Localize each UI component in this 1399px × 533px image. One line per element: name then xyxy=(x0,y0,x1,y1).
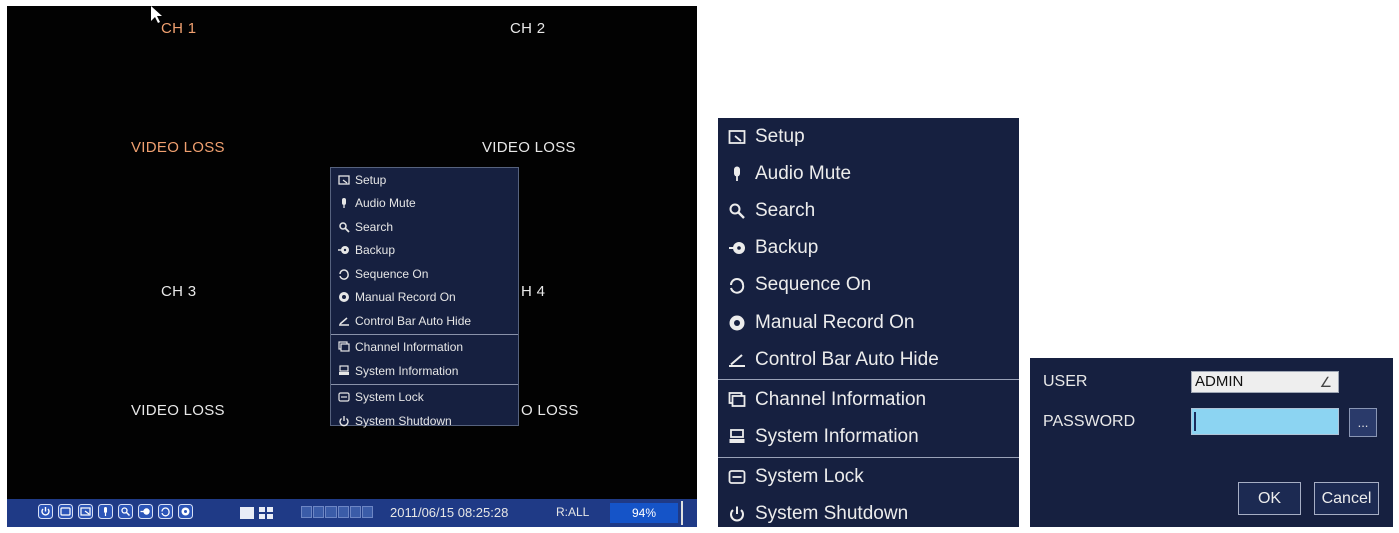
password-label: PASSWORD xyxy=(1043,413,1136,430)
menu-item-channel-information[interactable]: Channel Information xyxy=(718,381,1019,418)
user-label: USER xyxy=(1043,373,1088,390)
menu-divider xyxy=(331,333,518,335)
cancel-button[interactable]: Cancel xyxy=(1314,482,1379,515)
power-icon xyxy=(338,415,350,427)
system-info-icon xyxy=(338,365,350,377)
menu-item-sequence-on[interactable]: Sequence On xyxy=(718,267,1019,304)
menu-item-system-lock[interactable]: System Lock xyxy=(718,459,1019,496)
menu-divider xyxy=(718,379,1019,381)
quad-view-icon[interactable] xyxy=(259,506,273,519)
sequence-icon xyxy=(338,268,350,280)
record-filter-label: R:ALL xyxy=(556,505,590,519)
menu-item-audio-mute[interactable]: Audio Mute xyxy=(718,155,1019,192)
microphone-icon xyxy=(728,165,746,183)
search-icon[interactable] xyxy=(118,504,133,519)
disk-usage-indicator: 94% xyxy=(610,503,678,523)
menu-divider xyxy=(718,456,1019,458)
backup-icon[interactable] xyxy=(138,504,153,519)
record-icon xyxy=(728,314,746,332)
setup-icon xyxy=(338,174,350,186)
virtual-keyboard-button[interactable]: ... xyxy=(1349,408,1377,437)
menu-item-sequence-on[interactable]: Sequence On xyxy=(331,262,518,286)
channel-status-indicator xyxy=(301,506,313,518)
menu-item-manual-record[interactable]: Manual Record On xyxy=(331,286,518,310)
channel-status-indicator xyxy=(337,506,349,518)
record-icon[interactable] xyxy=(178,504,193,519)
edit-icon: ∠ xyxy=(1319,374,1332,390)
lock-icon[interactable] xyxy=(58,504,73,519)
channel-3-label: CH 3 xyxy=(161,283,197,300)
context-menu: Setup Audio Mute Search Backup Sequence … xyxy=(330,167,519,428)
channel-status-indicator xyxy=(361,506,374,518)
search-icon xyxy=(338,221,350,233)
channel-2-video-loss: VIDEO LOSS xyxy=(482,139,576,156)
menu-item-system-information[interactable]: System Information xyxy=(331,359,518,383)
auto-hide-icon xyxy=(728,351,746,369)
record-icon xyxy=(338,291,350,303)
lock-icon xyxy=(338,391,350,403)
channel-status-indicators xyxy=(301,506,374,518)
menu-item-system-shutdown[interactable]: System Shutdown xyxy=(718,496,1019,533)
menu-item-manual-record[interactable]: Manual Record On xyxy=(718,304,1019,341)
power-icon xyxy=(728,505,746,523)
single-view-icon[interactable] xyxy=(240,506,254,519)
microphone-icon[interactable] xyxy=(98,504,113,519)
user-value: ADMIN xyxy=(1195,373,1244,390)
channel-1-label: CH 1 xyxy=(161,20,197,37)
channel-status-indicator xyxy=(349,506,361,518)
channel-status-indicator xyxy=(313,506,325,518)
channel-info-icon xyxy=(338,341,350,353)
menu-divider xyxy=(331,383,518,385)
login-dialog: USER ADMIN ∠ PASSWORD ... OK Cancel xyxy=(1030,358,1393,527)
control-bar: 2011/06/15 08:25:28 R:ALL 94% xyxy=(7,499,697,527)
channel-4-label: H 4 xyxy=(521,283,546,300)
menu-item-system-information[interactable]: System Information xyxy=(718,419,1019,456)
sequence-icon[interactable] xyxy=(158,504,173,519)
channel-info-icon xyxy=(728,391,746,409)
menu-item-backup[interactable]: Backup xyxy=(331,239,518,263)
control-bar-edge xyxy=(681,501,683,525)
menu-item-audio-mute[interactable]: Audio Mute xyxy=(331,192,518,216)
menu-item-control-bar-auto-hide[interactable]: Control Bar Auto Hide xyxy=(331,309,518,333)
auto-hide-icon xyxy=(338,315,350,327)
password-field[interactable] xyxy=(1191,408,1339,435)
channel-status-indicator xyxy=(325,506,337,518)
backup-icon xyxy=(338,244,350,256)
context-menu-enlarged: Setup Audio Mute Search Backup Sequence … xyxy=(718,118,1019,527)
setup-icon[interactable] xyxy=(78,504,93,519)
channel-1-video-loss: VIDEO LOSS xyxy=(131,139,225,156)
channel-4-video-loss: O LOSS xyxy=(521,402,579,419)
menu-item-setup[interactable]: Setup xyxy=(331,168,518,192)
menu-item-backup[interactable]: Backup xyxy=(718,230,1019,267)
menu-item-control-bar-auto-hide[interactable]: Control Bar Auto Hide xyxy=(718,341,1019,378)
menu-item-system-lock[interactable]: System Lock xyxy=(331,386,518,410)
search-icon xyxy=(728,202,746,220)
system-info-icon xyxy=(728,428,746,446)
menu-item-system-shutdown[interactable]: System Shutdown xyxy=(331,409,518,433)
menu-item-setup[interactable]: Setup xyxy=(718,118,1019,155)
dvr-screen: CH 1 CH 2 VIDEO LOSS VIDEO LOSS CH 3 H 4… xyxy=(7,6,697,527)
channel-2-label: CH 2 xyxy=(510,20,546,37)
menu-item-search[interactable]: Search xyxy=(331,215,518,239)
menu-item-search[interactable]: Search xyxy=(718,192,1019,229)
text-caret xyxy=(1194,412,1196,431)
setup-icon xyxy=(728,128,746,146)
ok-button[interactable]: OK xyxy=(1238,482,1301,515)
sequence-icon xyxy=(728,276,746,295)
channel-3-video-loss: VIDEO LOSS xyxy=(131,402,225,419)
microphone-icon xyxy=(338,197,350,209)
menu-item-channel-information[interactable]: Channel Information xyxy=(331,336,518,360)
datetime-display: 2011/06/15 08:25:28 xyxy=(390,505,509,520)
backup-icon xyxy=(728,239,746,257)
power-icon[interactable] xyxy=(38,504,53,519)
lock-icon xyxy=(728,468,746,486)
user-select[interactable]: ADMIN ∠ xyxy=(1191,371,1339,393)
